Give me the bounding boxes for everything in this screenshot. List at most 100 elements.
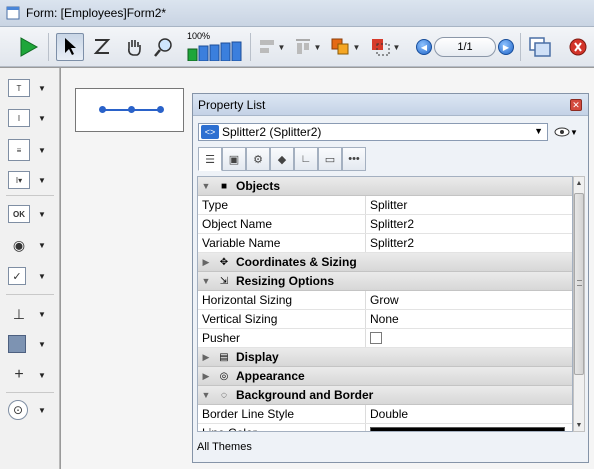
checkbox-tool[interactable]: ✓ ▼ — [8, 264, 52, 288]
text-tool[interactable]: T ▼ — [8, 76, 52, 100]
visibility-button[interactable]: ▼ — [554, 126, 578, 138]
page-indicator: 1/1 — [434, 37, 496, 57]
tab-coordinates[interactable]: ∟ — [294, 147, 318, 171]
scroll-down-icon[interactable]: ▼ — [574, 419, 584, 431]
splitter-tool[interactable]: ⊥ ▼ — [8, 302, 52, 326]
chevron-down-icon: ▼ — [38, 405, 46, 415]
expanded-arrow-icon: ▼ — [201, 390, 211, 400]
property-value: Grow — [370, 293, 399, 307]
tab-settings[interactable]: ⚙ — [246, 147, 270, 171]
window-title: Form: [Employees]Form2* — [26, 6, 167, 20]
line-icon: + — [14, 366, 24, 383]
property-row[interactable]: Vertical Sizing None — [198, 310, 572, 329]
tab-display[interactable]: ▭ — [318, 147, 342, 171]
collapsed-arrow-icon: ▶ — [202, 256, 210, 267]
input-icon: I — [8, 109, 30, 127]
section-appearance[interactable]: ▶ ◎ Appearance — [198, 367, 572, 386]
property-grid-scrollbar[interactable]: ▲ ▼ — [573, 176, 585, 432]
chevron-down-icon: ▼ — [277, 42, 286, 52]
zoom-tool-button[interactable] — [150, 33, 178, 61]
plugin-tool[interactable]: ⊙ ▼ — [8, 398, 52, 422]
view-pages-button[interactable] — [526, 33, 554, 61]
plugin-icon: ⊙ — [8, 400, 28, 420]
scroll-up-icon[interactable]: ▲ — [574, 177, 584, 189]
property-row[interactable]: Pusher — [198, 329, 572, 348]
button-tool[interactable]: OK ▼ — [8, 202, 52, 226]
pages-icon — [529, 37, 551, 57]
property-row[interactable]: Border Line Style Double — [198, 405, 572, 424]
input-tool[interactable]: I ▼ — [8, 106, 52, 130]
chevron-down-icon: ▼ — [38, 240, 46, 250]
property-value: Splitter2 — [370, 217, 415, 231]
splitter-handle[interactable] — [157, 106, 164, 113]
group-button[interactable]: ▼ — [366, 33, 404, 61]
chevron-down-icon: ▼ — [313, 42, 322, 52]
object-selector-row: <> Splitter2 (Splitter2) ▼ ▼ — [198, 122, 581, 142]
property-name: Horizontal Sizing — [198, 291, 366, 309]
chevron-down-icon: ▼ — [570, 127, 578, 137]
page-navigator: ◀ 1/1 ▶ — [416, 36, 514, 58]
gear-icon: ⚙ — [253, 153, 263, 166]
section-resizing-options[interactable]: ▼ ⇲ Resizing Options — [198, 272, 572, 291]
radio-tool[interactable]: ◉ ▼ — [8, 233, 52, 257]
align-button[interactable]: ▼ — [254, 33, 288, 61]
line-color-swatch[interactable] — [370, 427, 565, 431]
pusher-checkbox[interactable] — [370, 332, 382, 344]
next-page-button[interactable]: ▶ — [498, 39, 514, 55]
chevron-down-icon: ▼ — [38, 209, 46, 219]
chevron-down-icon: ▼ — [38, 113, 46, 123]
splitter-handle[interactable] — [99, 106, 106, 113]
entry-order-button[interactable] — [88, 33, 116, 61]
section-label: Objects — [236, 179, 281, 193]
property-row[interactable]: Horizontal Sizing Grow — [198, 291, 572, 310]
property-name: Pusher — [198, 329, 366, 347]
section-display[interactable]: ▶ ▤ Display — [198, 348, 572, 367]
section-coordinates-sizing[interactable]: ▶ ✥ Coordinates & Sizing — [198, 253, 572, 272]
tab-all-properties[interactable]: ☰ — [198, 147, 222, 171]
line-tool[interactable]: + ▼ — [8, 363, 52, 387]
quit-button[interactable] — [564, 33, 592, 61]
close-button[interactable]: ✕ — [570, 99, 582, 111]
zoom-level-control[interactable]: 100% — [186, 31, 246, 61]
chevron-right-icon: ▶ — [502, 42, 510, 52]
property-name: Border Line Style — [198, 405, 366, 423]
scrollbar-thumb[interactable] — [574, 193, 584, 375]
text-icon: T — [8, 79, 30, 97]
group-icon — [371, 39, 390, 56]
cube-icon: ■ — [220, 180, 228, 192]
object-selector[interactable]: <> Splitter2 (Splitter2) ▼ — [198, 123, 548, 141]
hand-tool-button[interactable] — [120, 33, 148, 61]
property-row[interactable]: Line Color — [198, 424, 572, 431]
dropdown-tool[interactable]: I▾ ▼ — [8, 168, 52, 192]
radio-icon: ◉ — [12, 236, 26, 253]
rectangle-tool[interactable]: ▼ — [8, 332, 52, 356]
chevron-down-icon: ▼ — [38, 145, 46, 155]
level-button[interactable]: ▼ — [328, 33, 362, 61]
property-name: Vertical Sizing — [198, 310, 366, 328]
list-tool[interactable]: ≡ ▼ — [8, 138, 52, 162]
property-row[interactable]: Variable Name Splitter2 — [198, 234, 572, 253]
arrow-tool-button[interactable] — [56, 33, 84, 61]
form-icon — [6, 6, 20, 20]
splitter-object[interactable] — [75, 88, 184, 132]
tab-more[interactable]: ••• — [342, 147, 366, 171]
property-row[interactable]: Type Splitter — [198, 196, 572, 215]
object-palette: T ▼ I ▼ ≡ ▼ I▾ ▼ OK ▼ ◉ ▼ ✓ ▼ ⊥ ▼ ▼ + ▼ ⊙ ▼ — [0, 68, 60, 469]
object-icon: ▣ — [228, 153, 240, 166]
entry-order-icon — [93, 39, 111, 54]
section-background-border[interactable]: ▼ ◌ Background and Border — [198, 386, 572, 405]
property-value — [366, 329, 572, 347]
splitter-handle[interactable] — [128, 106, 135, 113]
property-row[interactable]: Object Name Splitter2 — [198, 215, 572, 234]
paint-icon: ◌ — [221, 389, 227, 401]
previous-page-button[interactable]: ◀ — [416, 39, 432, 55]
section-label: Resizing Options — [236, 274, 335, 288]
zoom-level-label: 100% — [187, 31, 211, 41]
distribute-button[interactable]: ▼ — [290, 33, 324, 61]
tab-objects[interactable]: ▣ — [222, 147, 246, 171]
tab-shapes[interactable]: ◆ — [270, 147, 294, 171]
property-name: Variable Name — [198, 234, 366, 252]
ok-button-icon: OK — [8, 205, 30, 223]
section-objects[interactable]: ▼ ■ Objects — [198, 177, 572, 196]
run-form-button[interactable] — [14, 33, 42, 61]
